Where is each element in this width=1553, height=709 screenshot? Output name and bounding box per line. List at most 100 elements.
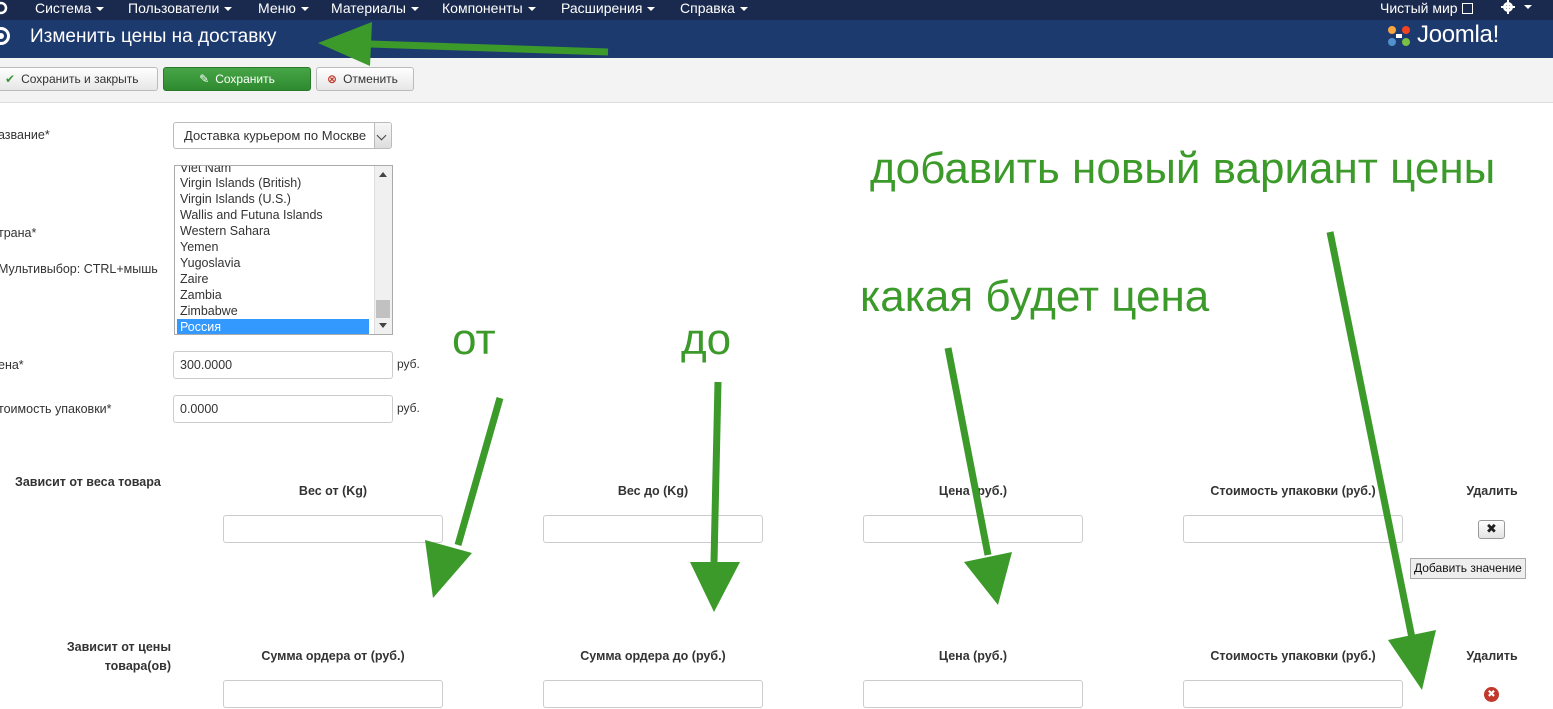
list-item[interactable]: Virgin Islands (U.S.): [180, 191, 291, 207]
weight-pack-input[interactable]: [1183, 515, 1403, 543]
nav-menu-extensions[interactable]: Расширения: [561, 0, 656, 18]
delete-row-button[interactable]: ✖: [1478, 520, 1505, 539]
delete-circle-icon[interactable]: ✖: [1484, 687, 1499, 702]
list-item[interactable]: Zaire: [180, 271, 208, 287]
shipping-method-select[interactable]: Доставка курьером по Москве: [173, 122, 392, 149]
save-close-label: Сохранить и закрыть: [21, 72, 139, 86]
annotation-what-price: какая будет цена: [860, 272, 1210, 321]
col-weight-to: Вес до (Kg): [617, 484, 689, 498]
scroll-up-icon[interactable]: [379, 172, 387, 177]
site-link-label: Чистый мир: [1380, 0, 1458, 16]
chevron-down-icon: [527, 7, 536, 12]
joomla-brand: Joomla!: [1417, 21, 1499, 48]
nav-menu-help[interactable]: Справка: [680, 0, 748, 18]
col-order-from: Сумма ордера от (руб.): [261, 649, 405, 663]
weight-to-input[interactable]: [543, 515, 763, 543]
page-header: Изменить цены на доставку Joomla!: [0, 20, 1553, 58]
col-order-to: Сумма ордера до (руб.): [580, 649, 726, 663]
order-section-title-line2: товара(ов): [104, 659, 171, 673]
nav-menu-content-label: Материалы: [331, 0, 406, 16]
cancel-label: Отменить: [343, 72, 398, 86]
col-delete: Удалить: [1466, 484, 1518, 498]
price-label: ена*: [0, 358, 24, 372]
country-label: трана*: [0, 226, 37, 240]
list-item[interactable]: Virgin Islands (British): [180, 175, 301, 191]
check-icon: ✔: [5, 72, 16, 86]
country-listbox[interactable]: Viet Nam Virgin Islands (British) Virgin…: [174, 165, 393, 335]
chevron-down-icon: [300, 7, 309, 12]
price-unit: руб.: [397, 357, 420, 371]
listbox-scrollbar[interactable]: [374, 166, 392, 334]
annotation-add-new: добавить новый вариант цены: [870, 144, 1496, 193]
annotation-to: до: [681, 315, 732, 364]
col-order-price: Цена (руб.): [938, 649, 1008, 663]
gear-icon[interactable]: [1500, 0, 1534, 17]
chevron-down-icon: [647, 7, 656, 12]
joomla-logo-icon: [1388, 26, 1410, 46]
arrow-price: [944, 347, 1012, 605]
weight-section-title: Зависит от веса товара: [15, 475, 161, 489]
nav-menu-help-label: Справка: [680, 0, 735, 16]
joomla-menu-icon[interactable]: [0, 0, 8, 18]
price-input[interactable]: 300.0000: [173, 351, 393, 379]
nav-menu-menus-label: Меню: [258, 0, 296, 16]
order-from-input[interactable]: [223, 680, 443, 708]
add-value-button[interactable]: Добавить значение: [1410, 558, 1526, 579]
close-icon: ✖: [1487, 689, 1496, 700]
col-order-pack: Стоимость упаковки (руб.): [1210, 649, 1376, 663]
site-link[interactable]: Чистый мир: [1380, 0, 1473, 18]
col-price: Цена (руб.): [938, 484, 1008, 498]
scrollbar-thumb[interactable]: [376, 300, 390, 318]
scroll-down-icon[interactable]: [379, 323, 387, 328]
arrow-add-new: [1326, 231, 1436, 690]
top-navbar: Система Пользователи Меню Материалы Комп…: [0, 0, 1553, 20]
col-pack-cost: Стоимость упаковки (руб.): [1210, 484, 1376, 498]
save-close-button[interactable]: ✔ Сохранить и закрыть: [0, 67, 158, 91]
list-item[interactable]: Yugoslavia: [180, 255, 240, 271]
pack-label: тоимость упаковки*: [0, 402, 112, 416]
nav-menu-content[interactable]: Материалы: [331, 0, 419, 18]
pack-unit: руб.: [397, 401, 420, 415]
order-pack-input[interactable]: [1183, 680, 1403, 708]
multiselect-hint: Мультивыбор: CTRL+мышь: [0, 262, 158, 276]
chevron-down-icon: [410, 7, 419, 12]
chevron-down-icon: [224, 7, 233, 12]
save-button[interactable]: ✎ Сохранить: [163, 67, 311, 91]
order-price-input[interactable]: [863, 680, 1083, 708]
nav-menu-users-label: Пользователи: [128, 0, 220, 16]
close-icon: ✖: [1486, 521, 1497, 536]
col-weight-from: Вес от (Kg): [298, 484, 368, 498]
list-item[interactable]: Zimbabwe: [180, 303, 238, 319]
target-icon: [0, 27, 10, 45]
chevron-down-icon: [96, 7, 105, 12]
nav-menu-system-label: Система: [35, 0, 92, 16]
list-item-selected[interactable]: Россия: [177, 319, 369, 334]
weight-price-input[interactable]: [863, 515, 1083, 543]
edit-icon: ✎: [199, 72, 210, 86]
cancel-icon: ⊗: [327, 72, 338, 86]
nav-menu-components-label: Компоненты: [442, 0, 523, 16]
annotation-from: от: [452, 315, 496, 364]
nav-menu-system[interactable]: Система: [35, 0, 105, 18]
name-label: азвание*: [0, 128, 50, 142]
nav-menu-components[interactable]: Компоненты: [442, 0, 536, 18]
nav-menu-menus[interactable]: Меню: [258, 0, 309, 18]
nav-menu-extensions-label: Расширения: [561, 0, 643, 16]
list-item[interactable]: Yemen: [180, 239, 218, 255]
col-order-delete: Удалить: [1466, 649, 1518, 663]
weight-from-input[interactable]: [223, 515, 443, 543]
list-item[interactable]: Zambia: [180, 287, 222, 303]
order-to-input[interactable]: [543, 680, 763, 708]
nav-menu-users[interactable]: Пользователи: [128, 0, 233, 18]
pack-cost-input[interactable]: 0.0000: [173, 395, 393, 423]
order-section-title-line1: Зависит от цены: [66, 640, 171, 654]
chevron-down-icon[interactable]: [374, 123, 391, 148]
list-item[interactable]: Wallis and Futuna Islands: [180, 207, 323, 223]
arrow-from: [425, 397, 504, 598]
chevron-down-icon: [739, 7, 748, 12]
external-link-icon: [1461, 2, 1473, 14]
list-item[interactable]: Western Sahara: [180, 223, 270, 239]
cancel-button[interactable]: ⊗ Отменить: [316, 67, 414, 91]
save-label: Сохранить: [215, 72, 275, 86]
page-title: Изменить цены на доставку: [30, 26, 277, 47]
